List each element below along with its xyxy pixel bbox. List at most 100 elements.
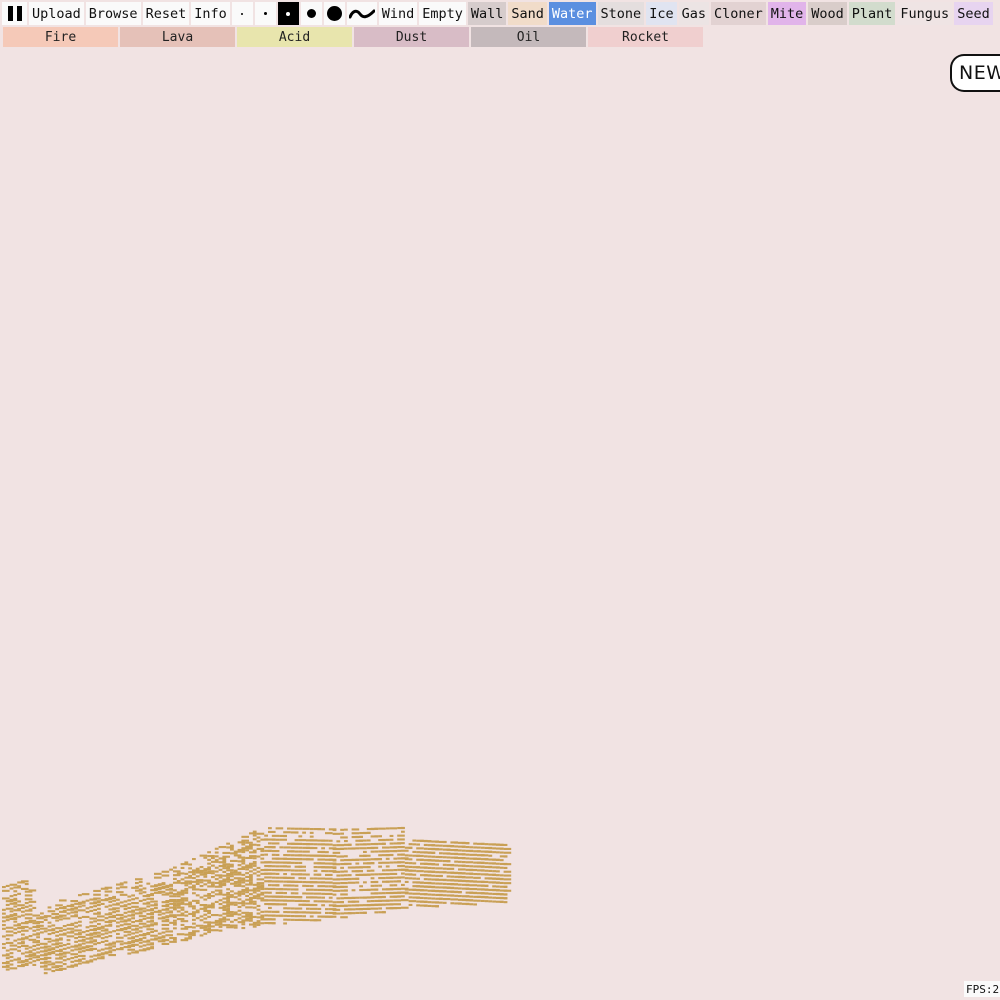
element-button-seed[interactable]: Seed xyxy=(954,2,993,25)
pause-button[interactable] xyxy=(2,2,27,25)
sand-grain xyxy=(176,872,185,875)
sand-grain xyxy=(199,915,204,918)
sand-grain xyxy=(473,903,477,906)
sandbox-canvas[interactable] xyxy=(2,49,998,996)
sand-grain xyxy=(389,880,394,883)
element-button-rocket[interactable]: Rocket xyxy=(588,27,703,47)
sand-grain xyxy=(108,904,113,907)
sand-grain xyxy=(404,892,409,895)
element-button-wall[interactable]: Wall xyxy=(467,2,507,25)
element-button-ice[interactable]: Ice xyxy=(646,2,677,25)
sand-grain xyxy=(214,859,219,862)
sand-grain xyxy=(298,899,303,902)
sand-grain xyxy=(271,834,280,837)
sand-grain xyxy=(351,828,360,831)
sand-grain xyxy=(340,832,344,835)
sand-grain xyxy=(21,933,25,936)
sand-grain xyxy=(127,933,132,936)
sand-grain xyxy=(150,915,154,918)
brush-size-2-button[interactable] xyxy=(254,2,276,25)
sand-grain xyxy=(28,919,37,922)
element-button-oil[interactable]: Oil xyxy=(471,27,586,47)
sand-grain xyxy=(279,914,284,917)
brush-size-5-button[interactable] xyxy=(323,2,345,25)
sand-grain xyxy=(47,933,52,936)
sand-grain xyxy=(252,838,257,841)
sand-grain xyxy=(401,826,405,829)
reset-button[interactable]: Reset xyxy=(142,2,190,25)
brush-dot-icon xyxy=(326,6,342,21)
sand-grain xyxy=(473,899,477,902)
element-button-wood[interactable]: Wood xyxy=(808,2,847,25)
sand-grain xyxy=(374,873,379,876)
element-button-empty[interactable]: Empty xyxy=(419,2,466,25)
sand-grain xyxy=(492,885,496,888)
browse-button[interactable]: Browse xyxy=(85,2,141,25)
sand-grain xyxy=(370,877,375,880)
sand-grain xyxy=(328,900,333,903)
sand-grain xyxy=(313,896,318,899)
sand-grain xyxy=(226,876,230,879)
sand-grain xyxy=(268,891,272,894)
sand-grain xyxy=(389,899,394,902)
sand-grain xyxy=(370,896,375,899)
sand-grain xyxy=(492,896,496,899)
sand-grain xyxy=(116,921,120,924)
sand-grain xyxy=(70,922,75,925)
sand-grain xyxy=(226,892,230,895)
sand-grain xyxy=(313,877,318,880)
new-badge[interactable]: NEW xyxy=(950,54,1000,92)
element-button-lava[interactable]: Lava xyxy=(120,27,235,47)
sand-grain xyxy=(359,904,363,907)
sand-grain xyxy=(309,904,318,907)
sand-grain xyxy=(252,925,257,928)
sand-grain xyxy=(74,925,78,928)
sand-grain xyxy=(344,870,348,873)
element-button-stone[interactable]: Stone xyxy=(597,2,645,25)
sand-grain xyxy=(351,896,356,899)
sand-grain xyxy=(256,908,261,911)
sand-grain xyxy=(230,901,238,904)
element-button-water[interactable]: Water xyxy=(548,2,596,25)
sand-grain xyxy=(36,947,40,950)
element-button-wind[interactable]: Wind xyxy=(378,2,418,25)
element-button-gas[interactable]: Gas xyxy=(678,2,709,25)
wind-tool-button[interactable] xyxy=(346,2,377,25)
sand-grain xyxy=(435,867,443,870)
sand-grain xyxy=(271,838,276,841)
brush-size-1-button[interactable] xyxy=(231,2,253,25)
sand-grain xyxy=(340,859,344,862)
sand-grain xyxy=(442,879,447,882)
upload-button[interactable]: Upload xyxy=(29,2,84,25)
sand-grain xyxy=(55,942,63,945)
sand-grain xyxy=(100,933,105,936)
element-button-cloner[interactable]: Cloner xyxy=(710,2,766,25)
sand-grain xyxy=(237,894,242,897)
sand-grain xyxy=(473,846,477,849)
sand-grain xyxy=(458,891,462,894)
sand-grain xyxy=(226,880,230,883)
element-button-plant[interactable]: Plant xyxy=(848,2,896,25)
sand-grain xyxy=(401,849,409,852)
element-button-fire[interactable]: Fire xyxy=(3,27,118,47)
sand-grain xyxy=(370,862,375,865)
sand-grain xyxy=(382,842,386,845)
element-button-sand[interactable]: Sand xyxy=(508,2,547,25)
sand-grain xyxy=(442,894,447,897)
sand-grain xyxy=(108,950,113,953)
sand-grain xyxy=(420,896,424,899)
sand-grain xyxy=(290,907,295,910)
element-button-acid[interactable]: Acid xyxy=(237,27,352,47)
brush-size-3-button[interactable] xyxy=(277,2,299,25)
sand-grain xyxy=(70,957,75,960)
sand-grain xyxy=(287,907,291,910)
sand-grain xyxy=(21,929,29,932)
element-button-fungus[interactable]: Fungus xyxy=(897,2,953,25)
info-button[interactable]: Info xyxy=(191,2,230,25)
element-button-dust[interactable]: Dust xyxy=(354,27,469,47)
sand-grain xyxy=(275,910,280,913)
sand-grain xyxy=(385,838,390,841)
element-button-mite[interactable]: Mite xyxy=(767,2,807,25)
sand-grain xyxy=(43,972,48,975)
brush-size-4-button[interactable] xyxy=(300,2,322,25)
